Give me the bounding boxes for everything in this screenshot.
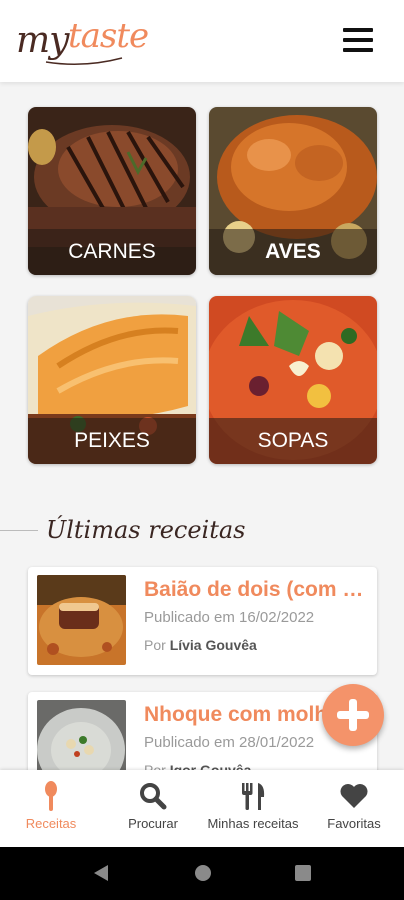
plus-icon (337, 699, 369, 731)
nav-procurar[interactable]: Procurar (118, 770, 188, 847)
system-navigation-bar (0, 847, 404, 900)
category-label: PEIXES (74, 429, 150, 452)
add-recipe-button[interactable] (322, 684, 384, 746)
bottom-navigation: Receitas Procurar Minhas receitas Favori… (0, 770, 404, 847)
heart-icon (339, 780, 369, 812)
app-header: my taste (0, 0, 404, 82)
author-name: Lívia Gouvêa (169, 637, 257, 653)
nav-favoritas[interactable]: Favoritas (322, 770, 386, 847)
category-sopas[interactable]: SOPAS (209, 296, 377, 464)
logo-swoosh-icon (45, 57, 123, 65)
recipe-date: Publicado em 16/02/2022 (144, 609, 315, 626)
recipe-thumbnail (37, 575, 126, 665)
logo-taste: taste (68, 16, 149, 56)
search-icon (139, 780, 167, 812)
category-peixes[interactable]: PEIXES (28, 296, 196, 464)
recipe-title: Baião de dois (com picanha) (144, 578, 368, 601)
home-icon[interactable] (193, 863, 213, 888)
section-divider (0, 530, 38, 531)
nav-label: Minhas receitas (207, 816, 299, 831)
category-label: AVES (265, 240, 321, 263)
utensils-icon (240, 780, 266, 812)
nav-minhas-receitas[interactable]: Minhas receitas (200, 770, 306, 847)
spoon-icon (43, 780, 59, 812)
nav-receitas[interactable]: Receitas (16, 770, 86, 847)
recipe-date: Publicado em 28/01/2022 (144, 734, 315, 751)
nav-label: Receitas (25, 816, 77, 831)
menu-button[interactable] (343, 28, 375, 56)
nav-label: Favoritas (327, 816, 381, 831)
nav-label: Procurar (128, 816, 178, 831)
category-carnes[interactable]: CARNES (28, 107, 196, 275)
recipe-card[interactable]: Baião de dois (com picanha) Publicado em… (28, 567, 377, 675)
hamburger-menu-icon (343, 28, 373, 32)
back-icon[interactable] (92, 863, 110, 888)
recipe-author: Por Lívia Gouvêa (144, 637, 257, 653)
category-aves[interactable]: AVES (209, 107, 377, 275)
category-label: SOPAS (257, 429, 329, 452)
app-logo: my taste (16, 14, 156, 70)
section-title: Últimas receitas (46, 516, 246, 544)
category-label: CARNES (68, 240, 156, 263)
recents-icon[interactable] (294, 863, 312, 888)
